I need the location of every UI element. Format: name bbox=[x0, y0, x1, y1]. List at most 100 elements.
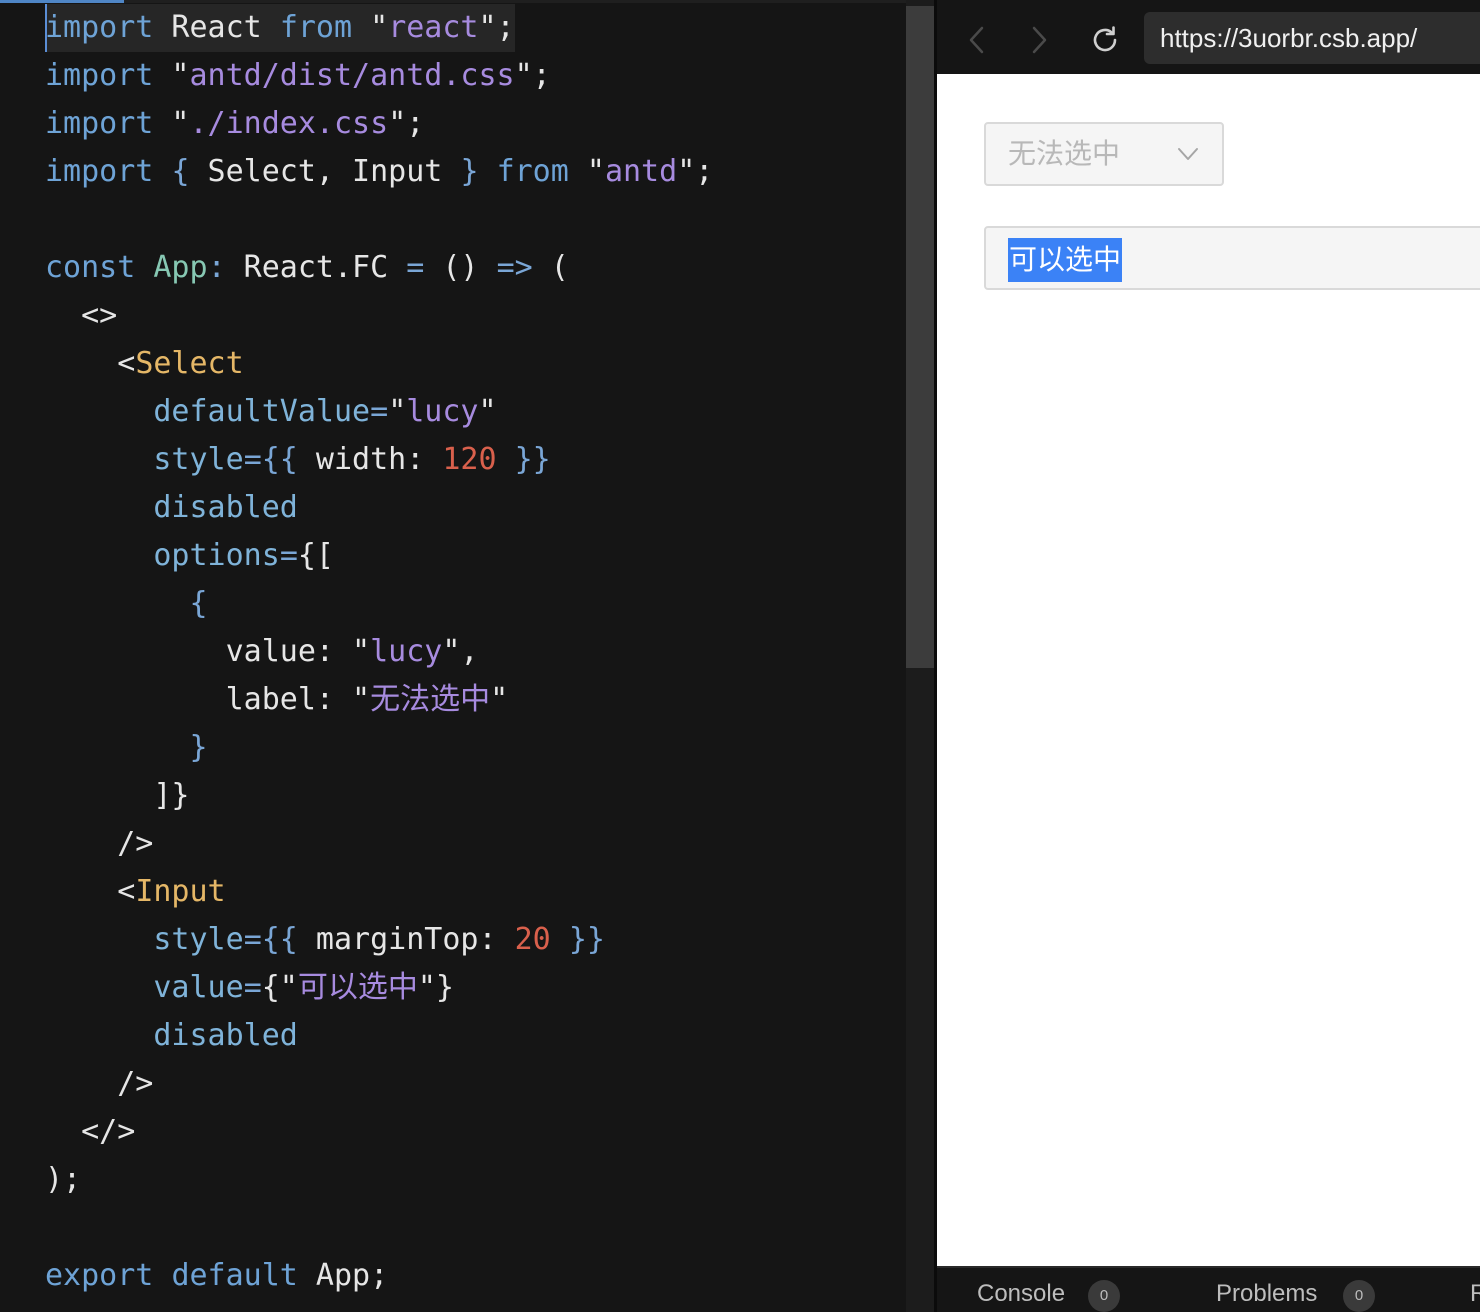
reload-icon bbox=[1093, 26, 1117, 52]
code-token: = bbox=[243, 970, 262, 1005]
code-token: ", bbox=[442, 634, 479, 669]
disabled-select[interactable]: 无法选中 bbox=[984, 122, 1224, 186]
code-line-27: export default App; bbox=[45, 1252, 713, 1300]
code-token: import bbox=[45, 58, 154, 93]
code-line-9: defaultValue="lucy" bbox=[45, 388, 713, 436]
code-line-14: value: "lucy", bbox=[45, 628, 713, 676]
code-token: " bbox=[352, 10, 389, 45]
code-token: from bbox=[279, 10, 353, 45]
code-token: ./index.css bbox=[189, 106, 389, 141]
url-text: https://3uorbr.csb.app/ bbox=[1160, 23, 1418, 53]
code-token: " bbox=[478, 394, 497, 429]
code-token: lucy bbox=[406, 394, 479, 429]
devtools-bar: Console 0 Problems 0 R bbox=[937, 1266, 1480, 1312]
code-token: "} bbox=[417, 970, 454, 1005]
code-token: " bbox=[388, 394, 407, 429]
code-token: = bbox=[406, 250, 425, 285]
code-line-2: import "antd/dist/antd.css"; bbox=[45, 52, 713, 100]
reload-button[interactable] bbox=[1085, 20, 1125, 60]
code-token: import bbox=[45, 106, 154, 141]
tab-problems[interactable]: Problems bbox=[1216, 1268, 1317, 1312]
browser-toolbar: https://3uorbr.csb.app/ bbox=[937, 0, 1480, 74]
code-line-4: import { Select, Input } from "antd"; bbox=[45, 148, 713, 196]
problems-count-badge: 0 bbox=[1343, 1280, 1375, 1312]
active-tab-indicator bbox=[0, 0, 124, 3]
code-token: value bbox=[153, 970, 244, 1005]
code-token: const bbox=[45, 250, 136, 285]
code-token: React bbox=[153, 10, 280, 45]
code-token: 可以选中 bbox=[297, 970, 418, 1005]
code-line-8: <Select bbox=[45, 340, 713, 388]
code-token: "; bbox=[388, 106, 425, 141]
code-token: from bbox=[496, 154, 569, 189]
code-line-3: import "./index.css"; bbox=[45, 100, 713, 148]
code-token: {" bbox=[261, 970, 298, 1005]
code-token: { bbox=[171, 154, 190, 189]
code-token: ( bbox=[532, 250, 569, 285]
code-token: react bbox=[388, 10, 479, 45]
chevron-left-icon bbox=[969, 26, 984, 54]
code-token: antd/dist/antd.css bbox=[189, 58, 515, 93]
code-line-20: style={{ marginTop: 20 }} bbox=[45, 916, 713, 964]
code-token: App; bbox=[297, 1258, 389, 1293]
code-token: 120 bbox=[442, 442, 497, 477]
code-editor[interactable]: import React from "react"; import "antd/d… bbox=[0, 0, 906, 1312]
code-line-17: ]} bbox=[45, 772, 713, 820]
code-token: style bbox=[153, 922, 244, 957]
code-line-13: { bbox=[45, 580, 713, 628]
code-token: = bbox=[243, 442, 262, 477]
disabled-input[interactable]: 可以选中 bbox=[984, 226, 1480, 290]
code-token: } bbox=[460, 154, 479, 189]
code-line-18: /> bbox=[45, 820, 713, 868]
code-token: {{ bbox=[261, 442, 298, 477]
code-token: /> bbox=[45, 826, 154, 861]
code-token: disabled bbox=[153, 1018, 298, 1053]
code-token: label: " bbox=[45, 682, 371, 717]
code-line-7: <> bbox=[45, 292, 713, 340]
preview-viewport: 无法选中 可以选中 bbox=[937, 74, 1480, 1266]
chevron-down-icon bbox=[1178, 148, 1198, 160]
code-token: defaultValue bbox=[153, 394, 371, 429]
code-token: { bbox=[189, 586, 208, 621]
code-line-24: </> bbox=[45, 1108, 713, 1156]
code-token: disabled bbox=[153, 490, 298, 525]
code-token: ); bbox=[45, 1162, 82, 1197]
tab-next[interactable]: R bbox=[1470, 1268, 1480, 1312]
code-token: import bbox=[45, 154, 154, 189]
code-line-11: disabled bbox=[45, 484, 713, 532]
code-token: default bbox=[171, 1258, 298, 1293]
code-line-15: label: "无法选中" bbox=[45, 676, 713, 724]
code-token: Input bbox=[135, 874, 226, 909]
address-bar[interactable]: https://3uorbr.csb.app/ bbox=[1144, 12, 1480, 64]
code-content[interactable]: import React from "react"; import "antd/d… bbox=[45, 4, 713, 1300]
console-count-badge: 0 bbox=[1088, 1280, 1120, 1312]
code-token: = bbox=[243, 922, 262, 957]
code-token: : bbox=[207, 250, 226, 285]
code-token: = bbox=[279, 538, 298, 573]
code-token: " bbox=[153, 58, 190, 93]
code-token: /> bbox=[45, 1066, 154, 1101]
select-value: 无法选中 bbox=[1008, 138, 1121, 169]
code-token: </> bbox=[45, 1114, 136, 1149]
code-token: value: " bbox=[45, 634, 371, 669]
code-token: <> bbox=[45, 298, 118, 333]
code-token: marginTop: bbox=[297, 922, 515, 957]
tab-console[interactable]: Console bbox=[977, 1268, 1065, 1312]
editor-scrollbar-thumb[interactable] bbox=[906, 6, 934, 668]
forward-button[interactable] bbox=[1019, 20, 1059, 60]
code-token: < bbox=[45, 874, 136, 909]
back-button[interactable] bbox=[957, 20, 997, 60]
input-value-selected-text[interactable]: 可以选中 bbox=[1008, 238, 1123, 282]
